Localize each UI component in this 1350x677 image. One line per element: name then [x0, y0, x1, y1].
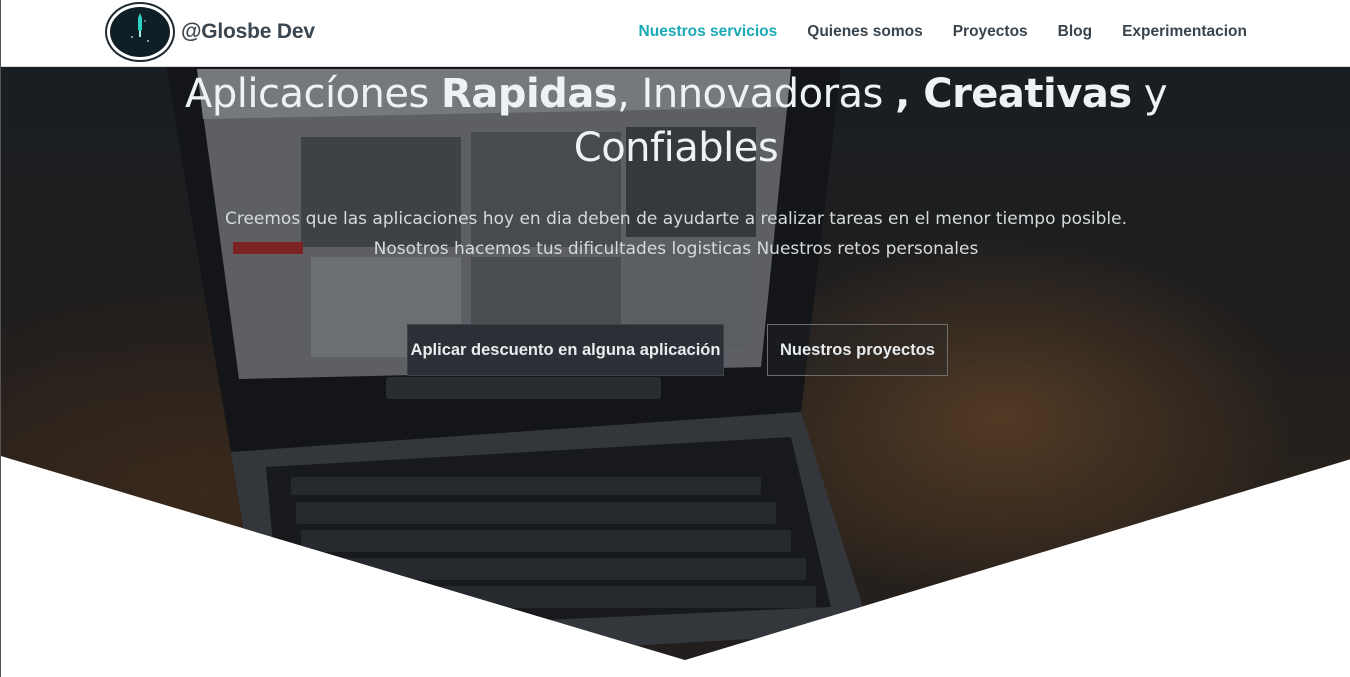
brand[interactable]: @Glosbe Dev: [107, 1, 315, 63]
nav-item-nuestros-servicios[interactable]: Nuestros servicios: [639, 23, 778, 41]
hero-headline: Aplicacíones Rapidas, Innovadoras , Crea…: [176, 67, 1176, 175]
hero-subtitle: Creemos que las aplicaciones hoy en dia …: [176, 204, 1176, 264]
apply-discount-button[interactable]: Aplicar descuento en alguna aplicación: [407, 324, 724, 376]
headline-part1: Aplicacíones: [184, 71, 442, 117]
brand-name[interactable]: @Glosbe Dev: [181, 20, 315, 44]
nav-item-blog[interactable]: Blog: [1058, 23, 1092, 41]
headline-part2: , Innovadoras: [617, 71, 896, 117]
nav-item-quienes-somos[interactable]: Quienes somos: [807, 23, 922, 41]
hero-subtitle-line1: Creemos que las aplicaciones hoy en dia …: [224, 209, 1128, 229]
nav-item-experimentacion[interactable]: Experimentacion: [1122, 23, 1247, 41]
rocket-logo-icon[interactable]: [107, 4, 173, 60]
main-nav: Nuestros servicios Quienes somos Proyect…: [609, 0, 1247, 64]
hero-subtitle-line2: Nosotros hacemos tus dificultades logist…: [373, 239, 979, 259]
our-projects-button[interactable]: Nuestros proyectos: [767, 324, 948, 376]
nav-item-proyectos[interactable]: Proyectos: [953, 23, 1028, 41]
hero-section: Aplicacíones Rapidas, Innovadoras , Crea…: [1, 67, 1350, 660]
top-navbar: @Glosbe Dev Nuestros servicios Quienes s…: [1, 0, 1350, 67]
headline-bold-creativas: , Creativas: [895, 71, 1132, 117]
headline-bold-rapidas: Rapidas: [441, 71, 618, 117]
